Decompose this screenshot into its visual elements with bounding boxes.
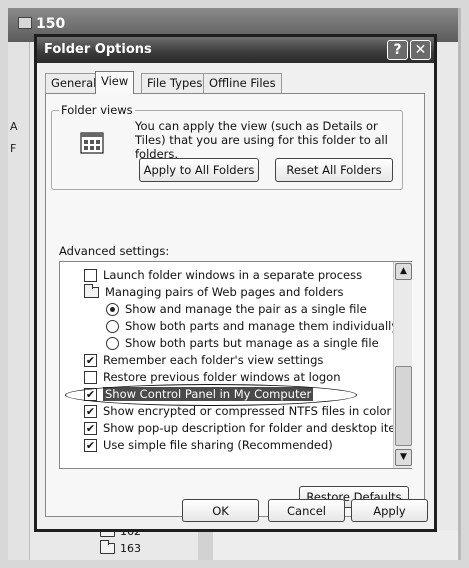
list-item[interactable]: Show and manage the pair as a single fil… — [106, 302, 367, 316]
option-label: Use simple file sharing (Recommended) — [103, 438, 333, 452]
tab-file-types[interactable]: File Types — [141, 73, 209, 93]
checkbox[interactable]: ✔ — [84, 421, 97, 435]
background-scroll-strip — [198, 530, 213, 560]
advanced-settings-label: Advanced settings: — [59, 244, 170, 258]
scroll-thumb[interactable] — [395, 366, 412, 446]
radio-button[interactable] — [106, 319, 119, 333]
list-item: Managing pairs of Web pages and folders — [84, 283, 344, 299]
dialog-titlebar[interactable]: Folder Options ? ✕ — [37, 37, 434, 63]
highlight-ellipse — [65, 384, 357, 406]
checkbox[interactable]: ✔ — [84, 353, 97, 367]
option-label: Show encrypted or compressed NTFS files … — [103, 404, 392, 418]
list-item[interactable]: Launch folder windows in a separate proc… — [84, 268, 362, 282]
option-label: Show and manage the pair as a single fil… — [125, 302, 367, 316]
radio-button[interactable] — [106, 302, 119, 316]
folder-views-icon — [80, 132, 104, 154]
list-item[interactable]: ✔ Show encrypted or compressed NTFS file… — [84, 404, 391, 418]
list-item-label: 163 — [120, 542, 141, 555]
option-label: Show both parts and manage them individu… — [125, 319, 399, 333]
background-letter: A — [10, 120, 18, 133]
background-letter: F — [10, 142, 17, 155]
checkbox[interactable]: ✔ — [84, 438, 97, 452]
list-item[interactable]: Show both parts and manage them individu… — [106, 319, 398, 333]
option-label: Restore previous folder windows at logon — [103, 370, 341, 384]
folder-options-dialog: Folder Options ? ✕ General View File Typ… — [34, 34, 437, 532]
background-right-pane — [213, 530, 458, 560]
close-button[interactable]: ✕ — [410, 40, 431, 60]
folder-icon — [18, 17, 32, 29]
checkbox[interactable]: ✔ — [84, 404, 97, 418]
background-side-pane: A F — [8, 42, 30, 560]
ok-button[interactable]: OK — [182, 499, 259, 522]
option-label: Show pop-up description for folder and d… — [103, 421, 413, 435]
scroll-up-button[interactable]: ▲ — [395, 263, 412, 280]
option-label: Launch folder windows in a separate proc… — [103, 268, 363, 282]
list-item[interactable]: Restore previous folder windows at logon — [84, 370, 341, 384]
list-item[interactable]: 163 — [100, 540, 141, 555]
option-label: Managing pairs of Web pages and folders — [105, 285, 344, 299]
folder-views-description: You can apply the view (such as Details … — [135, 119, 388, 161]
scroll-down-button[interactable]: ▼ — [395, 449, 412, 466]
tab-general[interactable]: General — [45, 73, 103, 93]
dialog-body: General View File Types Offline Files Fo… — [37, 63, 434, 529]
apply-button[interactable]: Apply — [351, 499, 428, 522]
checkbox[interactable] — [84, 370, 97, 384]
cancel-button[interactable]: Cancel — [268, 499, 345, 522]
list-item[interactable]: ✔ Use simple file sharing (Recommended) — [84, 438, 333, 452]
background-folder-list: 162 163 — [100, 523, 200, 562]
advanced-settings-list[interactable]: Launch folder windows in a separate proc… — [59, 261, 413, 469]
folder-icon — [100, 540, 115, 554]
list-item[interactable]: ✔ Show pop-up description for folder and… — [84, 421, 413, 435]
option-label: Show both parts but manage as a single f… — [125, 336, 379, 350]
reset-all-folders-button[interactable]: Reset All Folders — [275, 158, 393, 182]
dialog-title: Folder Options — [44, 42, 152, 57]
help-button[interactable]: ? — [387, 40, 408, 60]
background-window-title: 150 — [36, 16, 66, 32]
list-item[interactable]: ✔ Remember each folder's view settings — [84, 353, 323, 367]
folder-views-label: Folder views — [59, 103, 135, 117]
checkbox[interactable] — [84, 268, 97, 282]
list-item[interactable]: Show both parts but manage as a single f… — [106, 336, 379, 350]
tab-view[interactable]: View — [95, 71, 135, 94]
vertical-scrollbar[interactable]: ▲ ▼ — [393, 262, 412, 468]
apply-to-all-folders-button[interactable]: Apply to All Folders — [139, 158, 259, 182]
radio-button[interactable] — [106, 336, 119, 350]
option-label: Remember each folder's view settings — [103, 353, 324, 367]
folder-icon — [84, 283, 99, 298]
tab-offline-files[interactable]: Offline Files — [203, 73, 282, 93]
